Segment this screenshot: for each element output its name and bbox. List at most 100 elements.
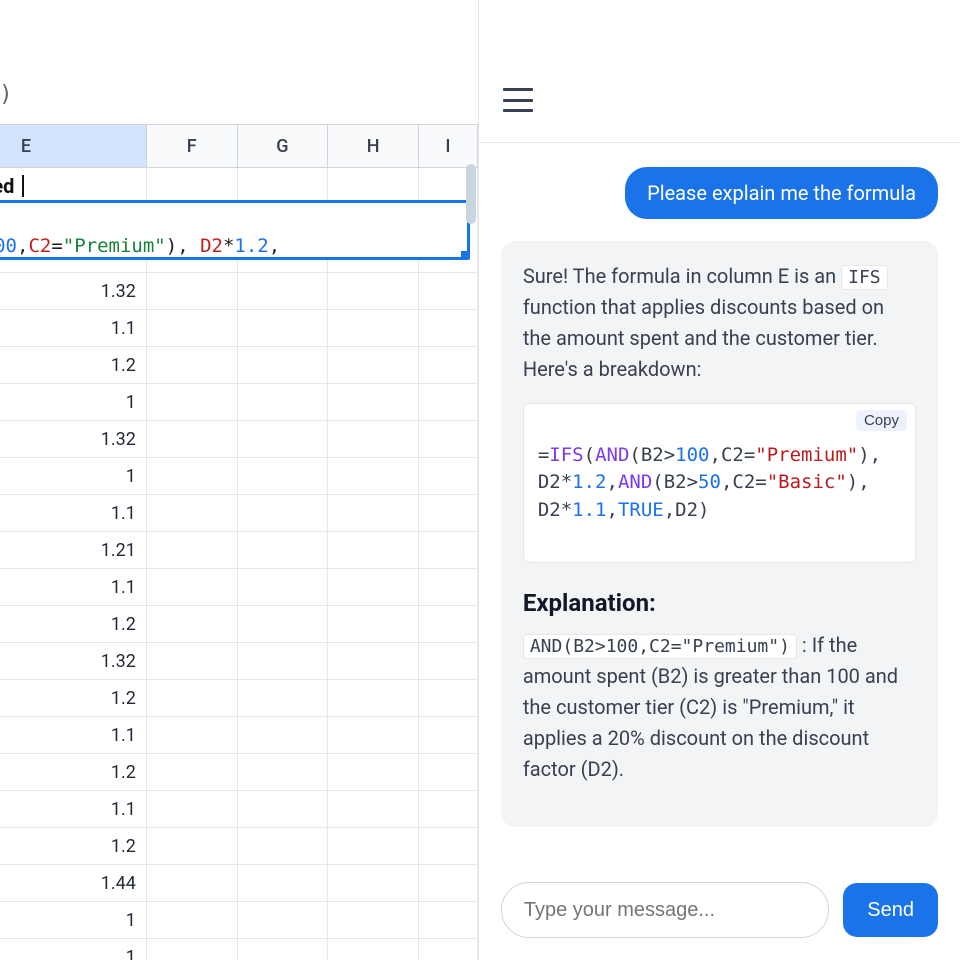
cell[interactable] [328,717,419,754]
cell[interactable]: 1.1 [0,310,146,347]
cell[interactable]: 1.1 [0,495,146,532]
header-cell-E[interactable]: unt Applied [0,168,146,205]
cell[interactable] [328,421,419,458]
copy-button[interactable]: Copy [856,410,907,431]
cell[interactable] [146,680,237,717]
cell[interactable] [419,717,478,754]
cell[interactable]: 1.2 [0,347,146,384]
cell[interactable]: 1.1 [0,717,146,754]
cell[interactable] [237,458,328,495]
cell[interactable] [328,754,419,791]
cell[interactable] [237,347,328,384]
cell[interactable] [146,606,237,643]
cell[interactable]: 1.32 [0,643,146,680]
send-button[interactable]: Send [843,883,938,937]
cell[interactable] [146,717,237,754]
cell[interactable] [328,347,419,384]
cell[interactable]: 1 [0,902,146,939]
col-header-F[interactable]: F [146,125,237,168]
cell[interactable] [328,902,419,939]
cell[interactable] [146,421,237,458]
cell[interactable] [237,754,328,791]
cell[interactable] [419,754,478,791]
cell[interactable] [237,643,328,680]
cell[interactable] [146,347,237,384]
vertical-scrollbar[interactable] [466,164,476,224]
cell[interactable]: 1 [0,458,146,495]
formula-bar[interactable]: UE, D2) [0,82,13,107]
cell[interactable] [237,495,328,532]
cell[interactable]: 1.2 [0,606,146,643]
cell[interactable] [419,791,478,828]
cell[interactable]: 1.21 [0,532,146,569]
chat-scroll[interactable]: Please explain me the formula Sure! The … [479,143,960,865]
cell[interactable] [237,168,328,205]
cell[interactable]: 1.2 [0,828,146,865]
cell[interactable] [146,458,237,495]
chat-input[interactable] [501,882,829,938]
cell[interactable] [419,606,478,643]
cell[interactable]: 1 [0,384,146,421]
cell[interactable] [328,939,419,960]
menu-icon[interactable] [503,88,533,112]
cell[interactable] [146,754,237,791]
cell[interactable] [328,384,419,421]
cell[interactable] [328,680,419,717]
cell[interactable] [237,902,328,939]
cell[interactable] [328,643,419,680]
cell[interactable] [146,495,237,532]
cell[interactable] [328,606,419,643]
cell[interactable] [237,717,328,754]
cell[interactable] [328,495,419,532]
cell[interactable] [328,791,419,828]
cell[interactable] [419,902,478,939]
cell[interactable] [146,791,237,828]
cell[interactable] [328,273,419,310]
cell[interactable] [328,532,419,569]
cell[interactable] [419,495,478,532]
cell[interactable] [328,458,419,495]
cell[interactable] [237,384,328,421]
cell-editor[interactable]: ND(B2>100,C2="Premium"), D2*1.2, >50,C2=… [0,200,470,260]
cell[interactable] [419,310,478,347]
cell[interactable] [146,865,237,902]
col-header-I[interactable]: I [419,125,478,168]
cell[interactable] [419,643,478,680]
cell[interactable] [419,347,478,384]
cell[interactable] [328,828,419,865]
cell[interactable] [146,569,237,606]
cell[interactable]: 1.1 [0,569,146,606]
cell[interactable] [146,168,237,205]
cell[interactable] [146,643,237,680]
cell[interactable] [419,569,478,606]
col-header-H[interactable]: H [328,125,419,168]
cell[interactable] [146,828,237,865]
cell[interactable] [146,902,237,939]
cell[interactable] [419,458,478,495]
cell[interactable] [328,569,419,606]
cell[interactable] [237,273,328,310]
cell[interactable] [237,828,328,865]
cell[interactable]: 1.2 [0,754,146,791]
cell[interactable] [419,384,478,421]
cell[interactable]: 1.1 [0,791,146,828]
cell[interactable] [146,939,237,960]
cell[interactable] [237,532,328,569]
cell[interactable]: 1 [0,939,146,960]
cell[interactable] [146,532,237,569]
cell[interactable] [237,569,328,606]
cell[interactable]: 1.44 [0,865,146,902]
cell[interactable] [419,273,478,310]
cell[interactable] [328,865,419,902]
cell[interactable] [237,421,328,458]
col-header-E[interactable]: E [0,125,146,168]
cell[interactable] [328,310,419,347]
col-header-G[interactable]: G [237,125,328,168]
cell[interactable] [328,168,419,205]
cell[interactable] [237,865,328,902]
cell[interactable] [419,532,478,569]
cell[interactable] [237,606,328,643]
cell[interactable] [237,939,328,960]
cell[interactable] [419,828,478,865]
cell[interactable] [419,680,478,717]
